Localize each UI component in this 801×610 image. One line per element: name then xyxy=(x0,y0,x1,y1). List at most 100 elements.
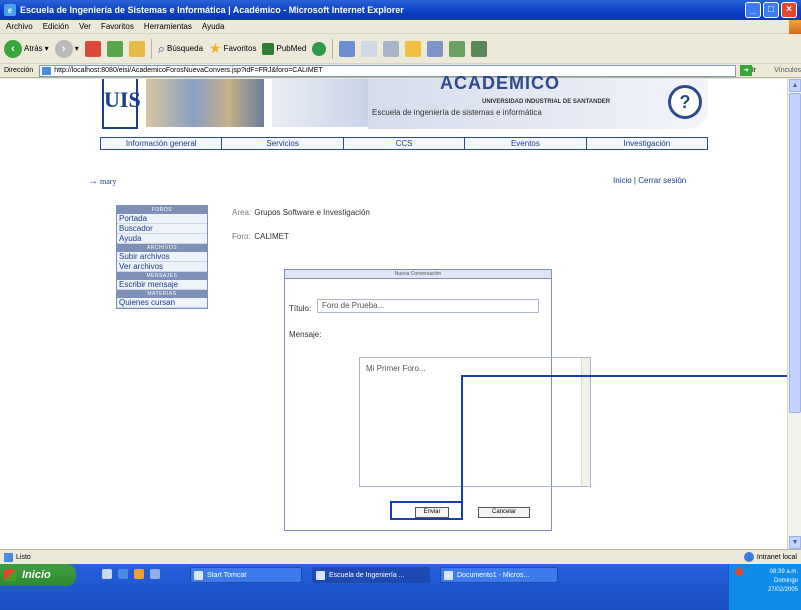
show-desktop-icon[interactable] xyxy=(102,569,112,579)
refresh-icon[interactable] xyxy=(106,40,123,57)
home-icon[interactable] xyxy=(128,40,145,57)
status-bar: Listo Intranet local xyxy=(0,549,801,564)
section-header-mensajes: MENSAJES xyxy=(117,272,207,280)
menu-item-subir-archivos[interactable]: Subir archivos xyxy=(117,252,207,262)
star-icon: ★ xyxy=(209,40,222,56)
area-value: Grupos Software e Investigación xyxy=(254,208,370,217)
new-conversation-panel: Nueva Conversación Título: Foro de Prueb… xyxy=(284,269,591,531)
start-button[interactable]: Inicio xyxy=(0,564,76,586)
forum-label: Foro: xyxy=(232,232,251,241)
window-controls: _ □ × xyxy=(745,2,797,18)
network-icon[interactable] xyxy=(735,568,743,576)
section-header-materias: MATERIAS xyxy=(117,290,207,298)
forward-arrow-icon: › xyxy=(54,39,73,58)
pubmed-button[interactable]: PubMed xyxy=(262,42,307,55)
menu-edicion[interactable]: Edición xyxy=(43,22,69,31)
banner-university: UNIVERSIDAD INDUSTRIAL DE SANTANDER xyxy=(482,99,611,105)
edit-icon[interactable] xyxy=(427,40,444,57)
page-scrollbar[interactable]: ▲ ▼ xyxy=(787,79,801,549)
chevron-down-icon[interactable]: ▾ xyxy=(45,44,49,53)
send-button[interactable]: Enviar xyxy=(415,507,449,518)
tab-servicios[interactable]: Servicios xyxy=(222,138,344,149)
tab-eventos[interactable]: Eventos xyxy=(465,138,587,149)
status-text: Listo xyxy=(16,553,31,561)
address-label: Dirección xyxy=(4,67,34,74)
scroll-up-icon[interactable]: ▲ xyxy=(789,79,801,92)
system-tray: 08:39 a.m. Domingo 27/02/2005 xyxy=(728,564,801,610)
folder-icon[interactable] xyxy=(405,40,422,57)
home-link[interactable]: Inicio xyxy=(613,176,632,185)
toolbar: ‹ Atrás ▾ › ▾ ⌕ Búsqueda ★ Favoritos Pub… xyxy=(0,34,801,64)
media-icon[interactable] xyxy=(312,41,327,56)
minimize-icon[interactable]: _ xyxy=(745,2,761,18)
menu-item-quienes-cursan[interactable]: Quienes cursan xyxy=(117,298,207,308)
stop-icon[interactable] xyxy=(84,40,101,57)
menu-item-ayuda[interactable]: Ayuda xyxy=(117,234,207,244)
search-label: Búsqueda xyxy=(166,44,204,53)
mail-icon[interactable] xyxy=(361,40,378,57)
favorites-button[interactable]: ★ Favoritos xyxy=(209,40,256,57)
discuss-icon[interactable] xyxy=(449,40,466,57)
title-input[interactable]: Foro de Prueba... xyxy=(317,299,539,313)
title-label: Título: xyxy=(289,304,312,313)
menu-herramientas[interactable]: Herramientas xyxy=(144,22,192,31)
menu-ver[interactable]: Ver xyxy=(79,22,91,31)
main-nav: Información general Servicios CCS Evento… xyxy=(100,137,708,150)
task-escuela-ingenieria[interactable]: Escuela de Ingeniería ... xyxy=(312,567,430,583)
explorer-icon[interactable] xyxy=(150,569,160,579)
menu-item-ver-archivos[interactable]: Ver archivos xyxy=(117,262,207,272)
ie-icon[interactable] xyxy=(118,569,128,579)
area-row: Area: Grupos Software e Investigación xyxy=(232,208,370,217)
media-player-icon[interactable] xyxy=(134,569,144,579)
favorites-label: Favoritos xyxy=(223,44,257,53)
menu-item-buscador[interactable]: Buscador xyxy=(117,224,207,234)
go-label[interactable]: Ir xyxy=(752,67,756,74)
go-button[interactable]: ➜ xyxy=(740,65,752,76)
menu-item-escribir-mensaje[interactable]: Escribir mensaje xyxy=(117,280,207,290)
user-arrow-icon: → xyxy=(88,176,98,187)
task-start-tomcat[interactable]: Start Tomcat xyxy=(190,567,302,583)
forum-value: CALIMET xyxy=(254,232,289,241)
message-text: Mi Primer Foro... xyxy=(366,364,426,373)
area-label: Area: xyxy=(232,208,252,217)
clock-day: Domingo xyxy=(773,578,798,584)
messenger-icon[interactable] xyxy=(471,40,488,57)
tab-informacion-general[interactable]: Información general xyxy=(101,138,223,149)
toplinks-separator: | xyxy=(633,176,636,185)
history-icon[interactable] xyxy=(339,40,356,57)
panel-header: Nueva Conversación xyxy=(285,270,551,279)
annotation-box-top xyxy=(390,501,462,503)
task-documento1[interactable]: Documento1 - Micros... xyxy=(440,567,558,583)
chevron-down-icon[interactable]: ▾ xyxy=(75,44,79,53)
forward-button[interactable]: › ▾ xyxy=(54,39,79,58)
tab-investigacion[interactable]: Investigación xyxy=(587,138,707,149)
back-arrow-icon: ‹ xyxy=(4,39,22,58)
pubmed-icon xyxy=(262,42,275,55)
pubmed-label: PubMed xyxy=(276,44,307,53)
tab-ccs[interactable]: CCS xyxy=(344,138,466,149)
menu-ayuda[interactable]: Ayuda xyxy=(202,22,225,31)
scroll-down-icon[interactable]: ▼ xyxy=(789,536,801,549)
section-header-foros: FOROS xyxy=(117,206,207,214)
zone-text: Intranet local xyxy=(756,553,797,561)
address-input[interactable]: http://localhost:8080/eisi/AcademicoForo… xyxy=(39,64,737,77)
maximize-icon[interactable]: □ xyxy=(763,2,779,18)
uis-logo: UIS xyxy=(102,79,141,129)
menu-item-portada[interactable]: Portada xyxy=(117,214,207,224)
logout-link[interactable]: Cerrar sesión xyxy=(638,176,686,185)
page-icon xyxy=(4,552,13,562)
textarea-scrollbar[interactable] xyxy=(581,358,590,486)
close-icon[interactable]: × xyxy=(781,2,797,18)
menu-favoritos[interactable]: Favoritos xyxy=(101,22,134,31)
banner-academico: ACADEMICO xyxy=(440,73,560,93)
taskbar: Inicio Start Tomcat Escuela de Ingenierí… xyxy=(0,564,801,610)
search-button[interactable]: ⌕ Búsqueda xyxy=(158,41,203,57)
cancel-button[interactable]: Cancelar xyxy=(478,507,530,518)
back-button[interactable]: ‹ Atrás ▾ xyxy=(4,39,49,58)
scroll-thumb[interactable] xyxy=(789,93,801,413)
site-banner: UIS ACADEMICO UNIVERSIDAD INDUSTRIAL DE … xyxy=(102,73,708,131)
print-icon[interactable] xyxy=(383,40,400,57)
menu-archivo[interactable]: Archivo xyxy=(6,22,33,31)
user-greeting: → mary xyxy=(88,176,116,187)
links-label[interactable]: Vínculos xyxy=(774,67,801,74)
